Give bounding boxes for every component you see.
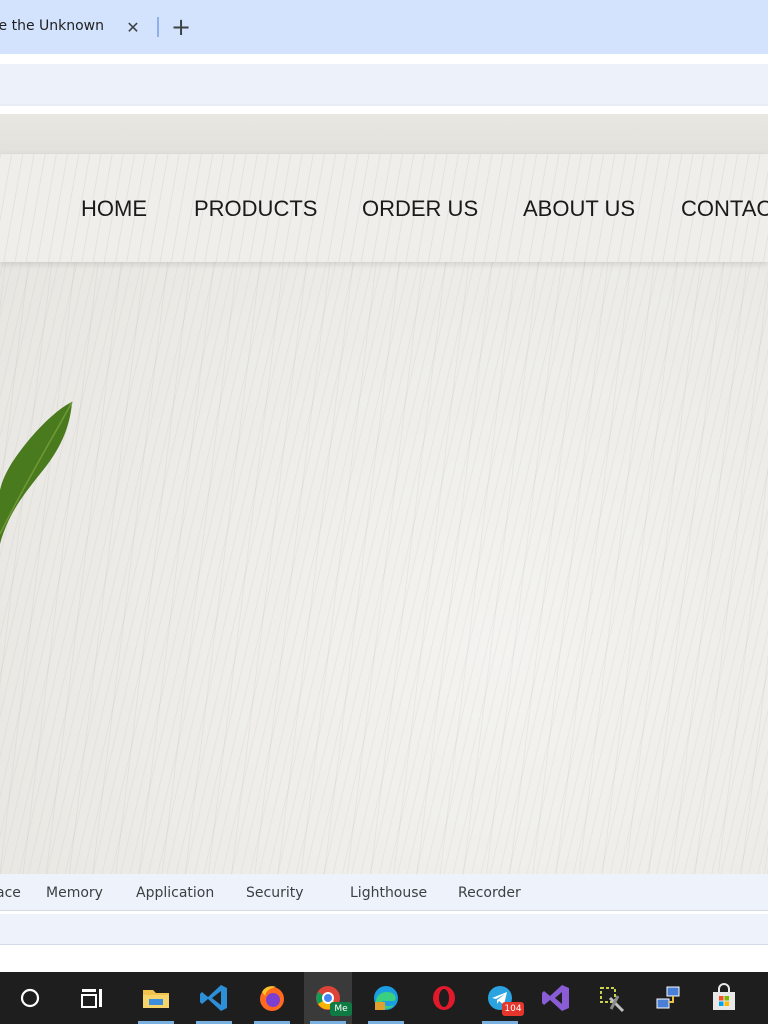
edge-icon[interactable]	[362, 972, 410, 1024]
screen: e the Unknown ✕ + HOME PRODUCTS ORDER US…	[0, 0, 768, 1024]
store-icon[interactable]	[700, 972, 748, 1024]
file-explorer-icon[interactable]	[132, 972, 180, 1024]
page-top-band	[0, 114, 768, 155]
devtools-tab-application[interactable]: Application	[136, 885, 214, 901]
telegram-unread-badge: 104	[502, 1002, 524, 1016]
chrome-profile-badge: Me	[330, 1002, 352, 1016]
vs-code-icon[interactable]	[190, 972, 238, 1024]
tab-separator	[157, 17, 159, 37]
visual-studio-icon[interactable]	[532, 972, 580, 1024]
new-tab-button[interactable]: +	[168, 13, 194, 41]
devtools-panel: ace Memory Application Security Lighthou…	[0, 874, 768, 972]
address-bar[interactable]	[0, 64, 768, 106]
browser-tab-strip: e the Unknown ✕ +	[0, 0, 768, 54]
devtools-tab-memory[interactable]: Memory	[46, 885, 103, 901]
tab-title: e the Unknown	[0, 18, 104, 34]
cortana-search-icon[interactable]	[6, 972, 54, 1024]
devtools-tab-recorder[interactable]: Recorder	[458, 885, 521, 901]
devtools-tab-bar: ace Memory Application Security Lighthou…	[0, 874, 768, 911]
devtools-tab-security[interactable]: Security	[246, 885, 304, 901]
chrome-icon[interactable]: Me	[304, 972, 352, 1024]
nav-home-link[interactable]: HOME	[81, 196, 147, 222]
nav-about-us-link[interactable]: ABOUT US	[523, 196, 635, 222]
close-icon[interactable]: ✕	[124, 14, 142, 40]
leaf-image	[0, 401, 73, 544]
tools-icon[interactable]	[588, 972, 636, 1024]
devtools-toolbar	[0, 914, 768, 945]
page-viewport: HOME PRODUCTS ORDER US ABOUT US CONTACT	[0, 114, 768, 874]
network-icon[interactable]	[644, 972, 692, 1024]
windows-taskbar: Me 104	[0, 972, 768, 1024]
task-view-icon[interactable]	[68, 972, 116, 1024]
telegram-icon[interactable]: 104	[476, 972, 524, 1024]
opera-icon[interactable]	[420, 972, 468, 1024]
browser-tab[interactable]: e the Unknown ✕	[0, 0, 152, 54]
nav-contact-link[interactable]: CONTACT	[681, 196, 768, 222]
nav-order-us-link[interactable]: ORDER US	[362, 196, 478, 222]
firefox-icon[interactable]	[248, 972, 296, 1024]
devtools-tab-lighthouse[interactable]: Lighthouse	[350, 885, 427, 901]
browser-toolbar	[0, 54, 768, 114]
nav-products-link[interactable]: PRODUCTS	[194, 196, 317, 222]
devtools-tab-performance[interactable]: ace	[0, 885, 21, 901]
